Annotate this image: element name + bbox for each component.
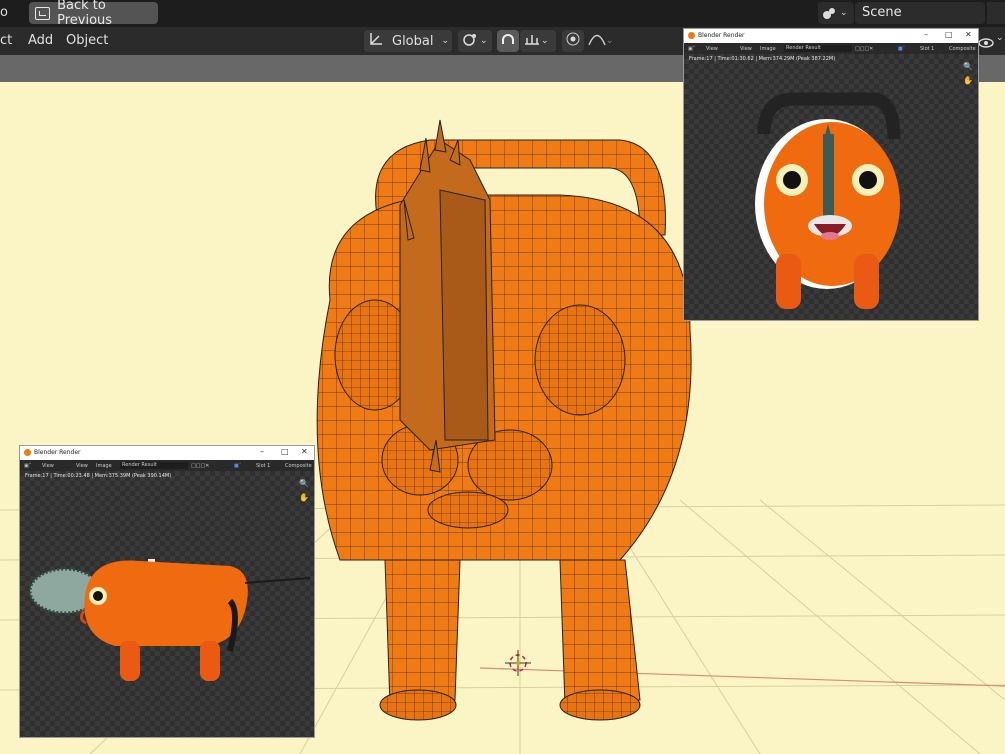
scene-icon [822,6,836,20]
blender-logo-icon [24,449,31,456]
render-window-toolbar: ▣˅ View View Image Render Result □□□✕ ■˅… [684,43,978,54]
transform-orientation-dropdown[interactable]: Global ⌄ [364,30,452,52]
image-buttons-icon[interactable]: □□□✕ [191,463,209,469]
maximize-button[interactable]: □ [945,30,953,39]
render-window-titlebar[interactable]: Blender Render – □ ✕ [20,446,314,460]
top-bar: o Back to Previous ⌄ Scene [0,0,1005,28]
pivot-point-dropdown[interactable]: ⌄ [458,30,492,52]
menu-view[interactable]: View [740,46,752,52]
menu-item-object-partial[interactable]: ct [0,33,12,48]
snap-toggle[interactable] [497,30,519,52]
layer-dropdown[interactable]: Composite [949,46,976,52]
chevron-down-icon: ⌄ [541,36,549,46]
minimize-button[interactable]: – [924,30,928,39]
overlay-eye-icon[interactable] [978,34,994,53]
orientation-icon [368,31,384,51]
render-canvas[interactable]: Frame:17 | Time:01:30.62 | Mem:374.29M (… [684,54,978,320]
close-button[interactable]: ✕ [301,447,308,456]
view-icon-menu[interactable]: View [706,46,718,52]
scene-name-field[interactable]: Scene [855,2,985,24]
scene-selector-button[interactable]: ⌄ [818,2,854,24]
back-to-previous-button[interactable]: Back to Previous [29,0,158,28]
view-icon-menu[interactable]: View [42,463,54,469]
editor-type-icon[interactable]: ▣˅ [24,463,31,469]
proportional-edit-icon [566,32,580,50]
render-display-icon[interactable]: ■˅ [898,46,905,52]
layer-dropdown[interactable]: Composite [285,463,312,469]
maximize-button[interactable]: □ [281,447,289,456]
chevron-down-icon: ⌄ [480,36,488,46]
menu-image[interactable]: Image [96,463,112,469]
back-icon [35,6,51,20]
back-label: Back to Previous [57,0,113,28]
chevron-down-icon: ⌄ [840,8,848,18]
topbar-left-glyph: o [0,5,8,20]
pivot-icon [462,31,480,51]
render-window-side[interactable]: Blender Render – □ ✕ ▣˅ View View Image … [19,445,315,738]
mesh-eye-right [534,304,626,416]
render-window-titlebar[interactable]: Blender Render – □ ✕ [684,29,978,43]
render-image-side [28,559,311,681]
image-selector[interactable]: Render Result [784,45,852,52]
falloff-dropdown[interactable]: ⌄ [585,30,619,52]
render-image-front [755,92,901,309]
scene-field-end [987,2,1005,24]
menu-view[interactable]: View [76,463,88,469]
render-display-icon[interactable]: ■˅ [234,463,241,469]
slot-dropdown[interactable]: Slot 1 [256,463,270,469]
render-canvas[interactable]: Frame:17 | Time:00:23.48 | Mem:375.39M (… [20,471,314,737]
editor-type-icon[interactable]: ▣˅ [688,46,695,52]
x-axis-line [479,667,1005,687]
3d-cursor[interactable] [505,650,531,676]
menu-image[interactable]: Image [760,46,776,52]
image-selector[interactable]: Render Result [120,462,188,469]
snap-target-dropdown[interactable]: ⌄ [520,30,556,52]
proportional-edit-toggle[interactable] [562,30,584,52]
render-window-title: Blender Render [34,449,81,456]
slot-dropdown[interactable]: Slot 1 [920,46,934,52]
orientation-label: Global [392,33,434,49]
falloff-curve-icon [588,32,606,50]
minimize-button[interactable]: – [260,447,264,456]
render-window-front[interactable]: Blender Render – □ ✕ ▣˅ View View Image … [683,28,979,321]
chevron-down-icon: ⌄ [606,36,614,46]
menu-item-object[interactable]: Object [66,33,108,48]
chevron-down-icon: ⌄ [441,36,450,46]
render-window-title: Blender Render [698,32,745,39]
render-window-toolbar: ▣˅ View View Image Render Result □□□✕ ■˅… [20,460,314,471]
blender-window: o Back to Previous ⌄ Scene ct Add Object… [0,0,1005,754]
close-button[interactable]: ✕ [965,30,972,39]
magnet-icon [500,31,516,51]
blender-logo-icon [688,32,695,39]
chevron-down-icon[interactable]: ⌄ [996,33,1004,43]
image-buttons-icon[interactable]: □□□✕ [855,46,873,52]
snap-increment-icon [523,32,541,50]
menu-item-add[interactable]: Add [28,33,53,48]
